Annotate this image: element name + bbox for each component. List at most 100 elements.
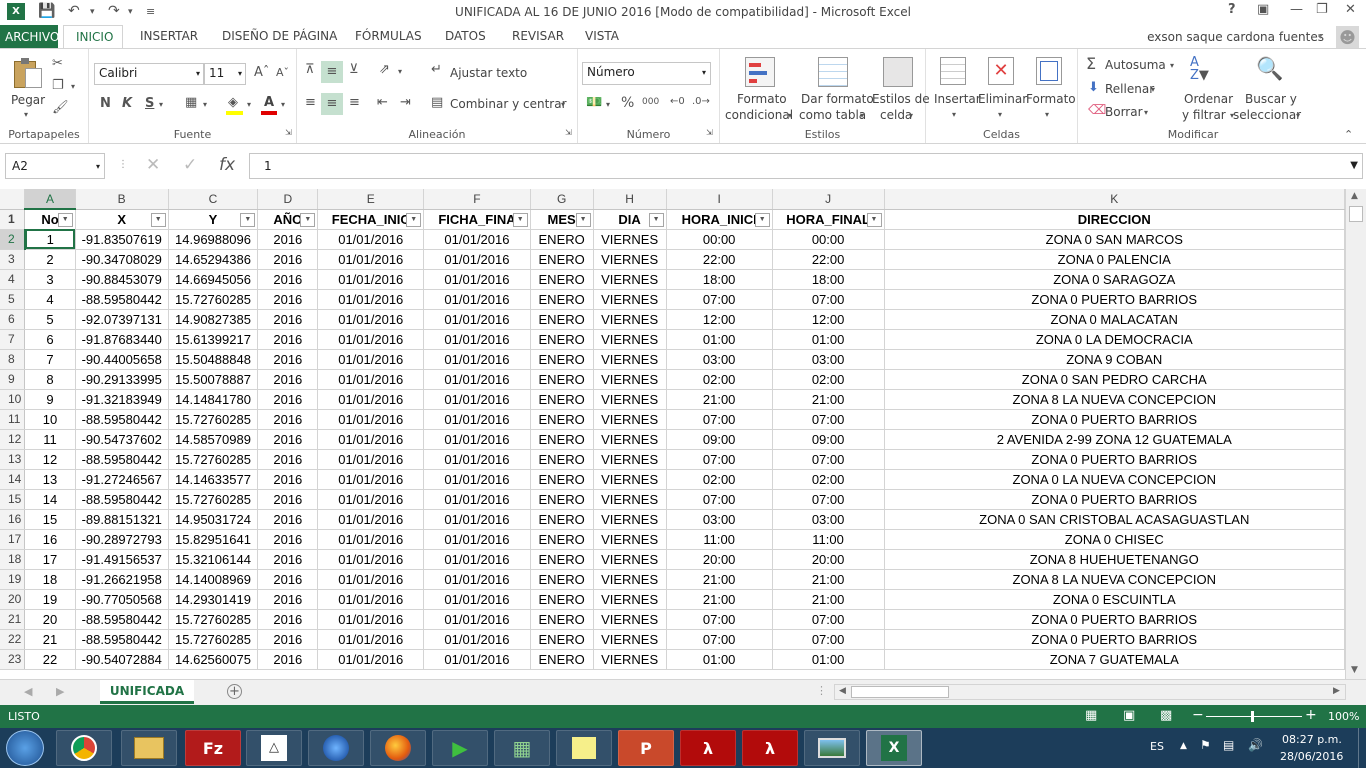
table-cell[interactable]: ENERO — [530, 549, 594, 570]
format-cells-dropdown-icon[interactable]: ▾ — [1045, 111, 1049, 119]
table-cell[interactable]: 01/01/2016 — [423, 289, 531, 310]
clear-dropdown-icon[interactable]: ▾ — [1144, 109, 1148, 117]
new-sheet-icon[interactable]: + — [227, 684, 242, 699]
table-cell[interactable]: 21:00 — [772, 589, 885, 610]
table-cell[interactable]: -90.77050568 — [75, 589, 169, 610]
table-cell[interactable]: VIERNES — [593, 349, 667, 370]
table-cell[interactable]: 2 — [24, 249, 76, 270]
table-cell[interactable]: 03:00 — [666, 349, 773, 370]
filter-dropdown-icon[interactable]: ▼ — [406, 212, 422, 227]
row-header[interactable]: 20 — [0, 589, 26, 610]
table-cell[interactable]: ZONA 0 PALENCIA — [884, 249, 1345, 270]
table-cell[interactable]: VIERNES — [593, 649, 667, 670]
decrease-font-size-icon[interactable]: Aˇ — [276, 67, 289, 78]
underline-dropdown-icon[interactable]: ▾ — [159, 101, 163, 109]
table-cell[interactable]: -89.88151321 — [75, 509, 169, 530]
table-cell[interactable]: -91.27246567 — [75, 469, 169, 490]
table-cell[interactable]: ZONA 9 COBAN — [884, 349, 1345, 370]
name-box[interactable]: A2 ▾ — [5, 153, 105, 179]
table-cell[interactable]: 22 — [24, 649, 76, 670]
table-cell[interactable]: 7 — [24, 349, 76, 370]
firefox-taskbar-icon[interactable] — [370, 730, 426, 766]
table-cell[interactable]: 01/01/2016 — [317, 629, 425, 650]
table-cell[interactable]: 3 — [24, 269, 76, 290]
show-desktop-button[interactable] — [1358, 728, 1366, 768]
table-cell[interactable]: 16 — [24, 529, 76, 550]
filter-dropdown-icon[interactable]: ▼ — [648, 212, 664, 227]
scroll-left-icon[interactable]: ◀ — [839, 686, 846, 696]
table-cell[interactable]: VIERNES — [593, 289, 667, 310]
row-header[interactable]: 19 — [0, 569, 26, 590]
table-cell[interactable]: 21:00 — [772, 569, 885, 590]
table-cell[interactable]: 12 — [24, 449, 76, 470]
row-header[interactable]: 10 — [0, 389, 26, 410]
table-cell[interactable]: 12:00 — [772, 309, 885, 330]
table-cell[interactable]: 20:00 — [666, 549, 773, 570]
column-header[interactable]: D — [257, 189, 319, 210]
sort-filter-button-line2[interactable]: y filtrar — [1182, 108, 1226, 122]
sticky-notes-taskbar-icon[interactable] — [556, 730, 612, 766]
table-cell[interactable]: 14.14633577 — [168, 469, 259, 490]
table-cell[interactable]: 01/01/2016 — [423, 309, 531, 330]
table-cell[interactable]: ZONA 8 LA NUEVA CONCEPCION — [884, 569, 1345, 590]
insert-cells-button[interactable]: Insertar — [934, 92, 981, 106]
table-cell[interactable]: ENERO — [530, 509, 594, 530]
cell-styles-button-line1[interactable]: Estilos de — [872, 92, 930, 106]
table-cell[interactable]: 02:00 — [772, 469, 885, 490]
insert-cells-dropdown-icon[interactable]: ▾ — [952, 111, 956, 119]
next-sheet-icon[interactable]: ▶ — [56, 685, 64, 698]
table-cell[interactable]: 11:00 — [772, 529, 885, 550]
wrap-text-icon[interactable]: ↵ — [431, 63, 442, 76]
clear-button[interactable]: Borrar — [1105, 105, 1143, 119]
start-button-icon[interactable] — [6, 730, 44, 766]
acrobat-taskbar-icon[interactable]: λ — [680, 730, 736, 766]
table-cell[interactable]: 2016 — [257, 349, 319, 370]
scroll-down-icon[interactable]: ▼ — [1351, 665, 1358, 675]
table-cell[interactable]: 01/01/2016 — [423, 449, 531, 470]
row-header[interactable]: 5 — [0, 289, 26, 310]
table-cell[interactable]: 2016 — [257, 389, 319, 410]
cancel-entry-icon[interactable]: ✕ — [146, 157, 160, 174]
table-cell[interactable]: 01/01/2016 — [423, 569, 531, 590]
table-cell[interactable]: ZONA 0 MALACATAN — [884, 309, 1345, 330]
column-header[interactable]: J — [772, 189, 885, 210]
table-cell[interactable]: ZONA 0 LA NUEVA CONCEPCION — [884, 469, 1345, 490]
table-cell[interactable]: 15.72760285 — [168, 289, 259, 310]
excel-taskbar-icon[interactable]: X — [866, 730, 922, 766]
table-cell[interactable]: 01/01/2016 — [317, 569, 425, 590]
copy-icon[interactable]: ❐ — [52, 79, 64, 92]
table-cell[interactable]: 20 — [24, 609, 76, 630]
format-as-table-dropdown-icon[interactable]: ▾ — [860, 112, 864, 120]
table-cell[interactable]: 2016 — [257, 429, 319, 450]
table-cell[interactable]: 07:00 — [772, 609, 885, 630]
table-cell[interactable]: ENERO — [530, 349, 594, 370]
table-cell[interactable]: 01/01/2016 — [423, 329, 531, 350]
vertical-scrollbar[interactable]: ▲ ▼ — [1345, 189, 1366, 679]
table-cell[interactable]: ENERO — [530, 269, 594, 290]
table-cell[interactable]: ENERO — [530, 229, 594, 250]
table-cell[interactable]: 2016 — [257, 289, 319, 310]
table-cell[interactable]: 01/01/2016 — [317, 249, 425, 270]
table-cell[interactable]: 15.72760285 — [168, 409, 259, 430]
header-cell[interactable]: FICHA_FINA ▼ — [423, 209, 531, 230]
minimize-icon[interactable]: — — [1290, 2, 1303, 17]
table-cell[interactable]: 14.95031724 — [168, 509, 259, 530]
table-cell[interactable]: 14.90827385 — [168, 309, 259, 330]
table-cell[interactable]: 2016 — [257, 629, 319, 650]
decrease-decimal-icon[interactable]: .0→ — [692, 97, 710, 107]
table-cell[interactable]: 03:00 — [772, 509, 885, 530]
table-cell[interactable]: VIERNES — [593, 229, 667, 250]
table-cell[interactable]: ZONA 0 PUERTO BARRIOS — [884, 409, 1345, 430]
table-cell[interactable]: ENERO — [530, 329, 594, 350]
row-header[interactable]: 9 — [0, 369, 26, 390]
align-center-icon[interactable]: ≡ — [321, 93, 343, 115]
action-center-icon[interactable]: ⚑ — [1200, 738, 1211, 752]
table-cell[interactable]: VIERNES — [593, 489, 667, 510]
table-cell[interactable]: 14.62560075 — [168, 649, 259, 670]
table-cell[interactable]: 01/01/2016 — [317, 309, 425, 330]
table-cell[interactable]: 01/01/2016 — [317, 349, 425, 370]
zoom-out-icon[interactable]: − — [1192, 707, 1204, 723]
table-cell[interactable]: 2016 — [257, 329, 319, 350]
increase-decimal-icon[interactable]: ←0 — [670, 97, 685, 107]
collapse-ribbon-icon[interactable]: ⌃ — [1344, 129, 1353, 140]
